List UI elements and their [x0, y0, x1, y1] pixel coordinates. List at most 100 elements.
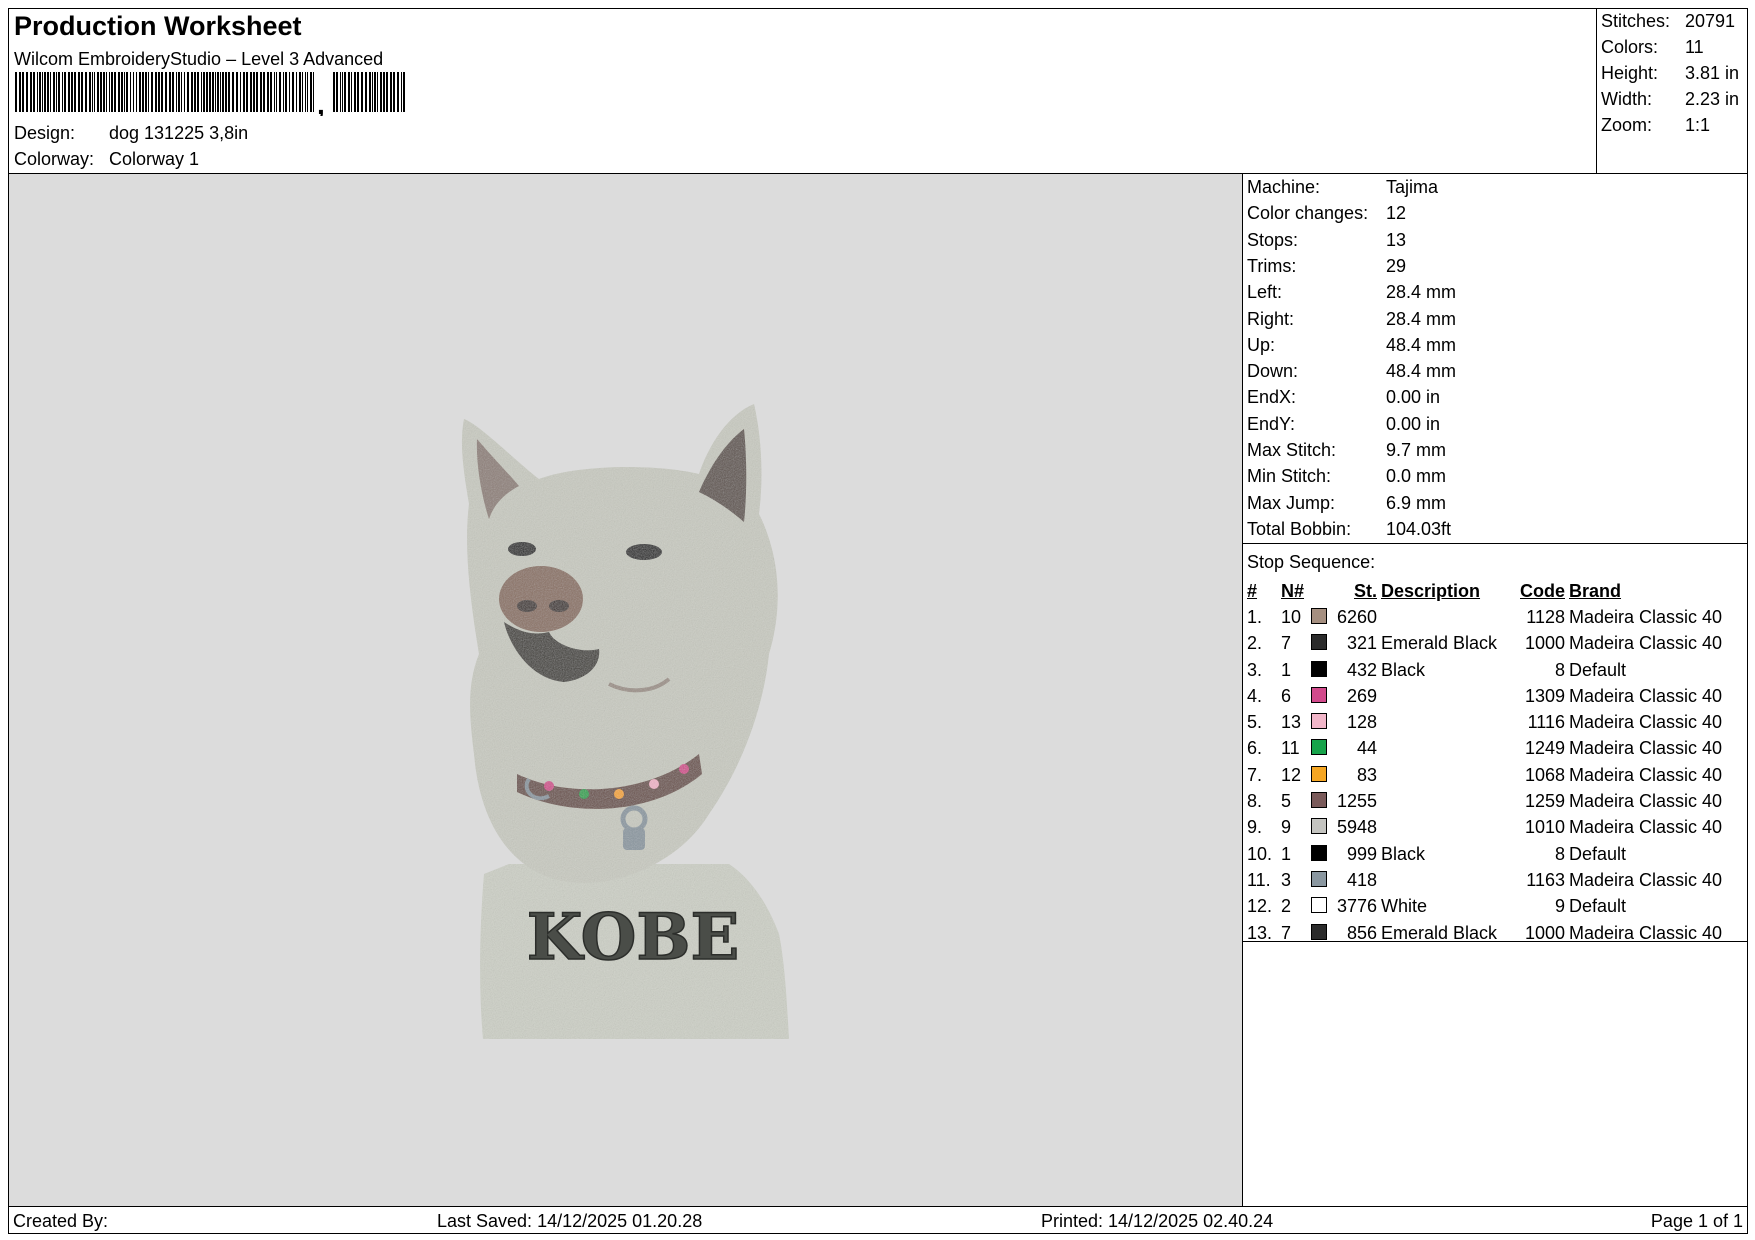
cell-description — [1379, 867, 1513, 893]
barcode-bar — [351, 72, 352, 112]
info-label: Up: — [1247, 334, 1276, 355]
barcode-bar — [393, 72, 395, 112]
barcode-bar — [58, 72, 60, 112]
barcode: , — [15, 72, 405, 116]
info-value: 0.00 in — [1386, 387, 1441, 408]
barcode-bar — [250, 72, 252, 112]
barcode-bar — [172, 72, 174, 112]
info-row: Down: 48.4 mm — [1247, 361, 1456, 382]
color-swatch — [1311, 765, 1327, 782]
info-row: EndY: 0.00 in — [1247, 414, 1440, 435]
info-label: Stops: — [1247, 229, 1299, 250]
barcode-bar — [109, 72, 110, 112]
barcode-bar — [145, 72, 147, 112]
color-swatch — [1311, 607, 1327, 624]
stat-label: Width: — [1601, 89, 1653, 109]
cell-st: 1255 — [1336, 791, 1377, 812]
cell-num: 12. — [1247, 896, 1273, 917]
info-row: Right: 28.4 mm — [1247, 309, 1456, 330]
barcode-bar — [380, 72, 382, 112]
cell-num: 11. — [1247, 869, 1271, 890]
cell-n: 3 — [1281, 869, 1292, 890]
table-row: 10. 1 999 Black 8 Default — [1245, 841, 1724, 867]
color-swatch — [1311, 844, 1327, 861]
barcode-bar — [111, 72, 113, 112]
barcode-bar — [114, 72, 116, 112]
info-label: Trims: — [1247, 255, 1297, 276]
color-swatch — [1311, 870, 1327, 887]
barcode-bar — [19, 72, 21, 112]
barcode-bar — [383, 72, 385, 112]
barcode-bar — [165, 72, 167, 112]
barcode-bar — [377, 72, 378, 112]
info-label: Total Bobbin: — [1247, 518, 1352, 539]
cell-swatch — [1309, 894, 1333, 920]
stop-sequence-body: 1. 10 6260 1128 Madeira Classic 40 2. 7 321 Emer… — [1245, 604, 1724, 946]
stat-row: Zoom: 1:1 — [1601, 115, 1710, 136]
cell-description: Emerald Black — [1381, 633, 1498, 654]
stat-row: Colors: 11 — [1601, 37, 1704, 58]
barcode-bar — [15, 72, 17, 112]
info-row: Left: 28.4 mm — [1247, 282, 1456, 303]
cell-description — [1379, 709, 1513, 735]
barcode-bar — [124, 72, 125, 112]
barcode-bar — [397, 72, 399, 112]
barcode-bar — [276, 72, 277, 112]
cell-code: 1000 — [1524, 922, 1565, 943]
cell-brand: Madeira Classic 40 — [1569, 922, 1723, 943]
cell-code: 1309 — [1524, 685, 1565, 706]
color-swatch — [1311, 923, 1327, 940]
design-line: Design: dog 131225 3,8in — [14, 123, 248, 144]
info-row: Max Stitch: 9.7 mm — [1247, 440, 1446, 461]
barcode-bar — [85, 72, 87, 112]
stat-label: Colors: — [1601, 37, 1659, 57]
barcode-bar — [47, 72, 49, 112]
barcode-bar — [92, 72, 93, 112]
info-row: Max Jump: 6.9 mm — [1247, 493, 1446, 514]
barcode-bar — [390, 72, 392, 112]
barcode-bar — [103, 72, 105, 112]
barcode-bar — [333, 72, 335, 112]
barcode-bar — [357, 72, 359, 112]
cell-swatch — [1309, 841, 1333, 867]
stop-sequence-section: Stop Sequence: # N# St. Description Code… — [1243, 543, 1747, 943]
barcode-bar — [39, 72, 41, 112]
cell-st: 321 — [1346, 633, 1377, 654]
barcode-separator: , — [317, 89, 325, 116]
info-value: 104.03ft — [1386, 518, 1452, 539]
barcode-bar — [71, 72, 73, 112]
info-label: EndY: — [1247, 413, 1296, 434]
cell-st: 3776 — [1336, 896, 1377, 917]
barcode-bar — [313, 72, 314, 112]
stat-label: Stitches: — [1601, 11, 1671, 31]
info-label: Left: — [1247, 282, 1283, 303]
barcode-bar — [299, 72, 301, 112]
stop-sequence-title: Stop Sequence: — [1247, 552, 1376, 572]
barcode-bar — [263, 72, 265, 112]
barcode-bar — [374, 72, 376, 112]
cell-description: White — [1381, 896, 1428, 917]
cell-swatch — [1309, 920, 1333, 946]
cell-brand: Madeira Classic 40 — [1569, 817, 1723, 838]
info-value: 29 — [1386, 255, 1407, 276]
barcode-bar — [118, 72, 120, 112]
barcode-bar — [194, 72, 196, 112]
col-header-code: Code — [1520, 580, 1565, 601]
stat-row: Width: 2.23 in — [1601, 89, 1739, 110]
barcode-bar — [289, 72, 290, 112]
cell-num: 4. — [1247, 685, 1263, 706]
info-row: Min Stitch: 0.0 mm — [1247, 466, 1446, 487]
stat-value: 2.23 in — [1685, 89, 1740, 109]
col-header-st: St. — [1353, 580, 1377, 601]
cell-swatch — [1309, 604, 1333, 630]
cell-description: Black — [1381, 843, 1426, 864]
barcode-bar — [26, 72, 28, 112]
info-row: Machine: Tajima — [1247, 177, 1438, 198]
cell-description — [1379, 815, 1513, 841]
barcode-bar — [158, 72, 160, 112]
barcode-bar — [220, 72, 221, 112]
info-value: 28.4 mm — [1386, 282, 1457, 303]
color-swatch — [1311, 818, 1327, 835]
barcode-bar — [369, 72, 371, 112]
cell-num: 7. — [1247, 764, 1263, 785]
